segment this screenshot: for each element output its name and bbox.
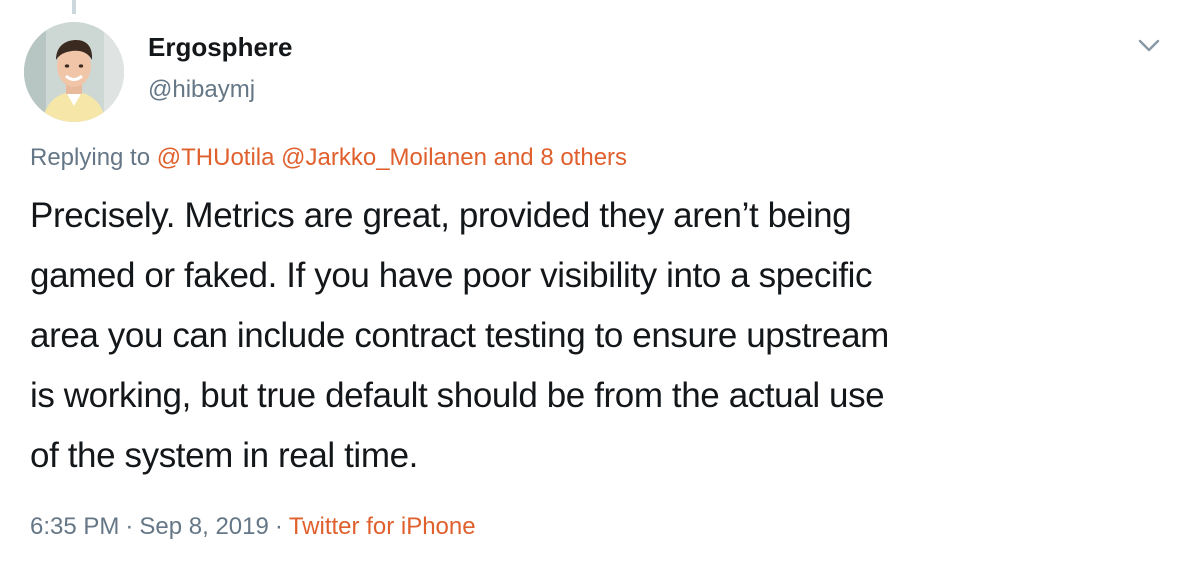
tweet-text-line: of the system in real time. xyxy=(30,436,418,475)
replying-to: Replying to @THUotila @Jarkko_Moilanen a… xyxy=(30,144,627,172)
mention-link[interactable]: @Jarkko_Moilanen xyxy=(281,144,487,171)
chevron-down-icon[interactable] xyxy=(1134,32,1164,60)
avatar[interactable] xyxy=(24,22,124,122)
replying-to-label: Replying to xyxy=(30,144,151,171)
tweet-text: Precisely. Metrics are great, provided t… xyxy=(30,186,1160,486)
tweet-text-line: is working, but true default should be f… xyxy=(30,376,885,415)
author-display-name[interactable]: Ergosphere xyxy=(148,32,293,63)
tweet-date[interactable]: Sep 8, 2019 xyxy=(139,513,268,540)
mention-link[interactable]: @THUotila xyxy=(157,144,275,171)
thread-connector-line xyxy=(72,0,76,14)
tweet-time[interactable]: 6:35 PM xyxy=(30,513,119,540)
tweet-metadata: 6:35 PM · Sep 8, 2019 · Twitter for iPhone xyxy=(30,513,476,541)
tweet-text-line: Precisely. Metrics are great, provided t… xyxy=(30,196,852,235)
others-link[interactable]: and 8 others xyxy=(494,144,627,171)
separator-dot: · xyxy=(125,513,134,540)
tweet-source-link[interactable]: Twitter for iPhone xyxy=(289,513,476,540)
author-handle[interactable]: @hibaymj xyxy=(148,76,255,104)
separator-dot: · xyxy=(274,513,283,540)
tweet-text-line: area you can include contract testing to… xyxy=(30,316,889,355)
tweet-text-line: gamed or faked. If you have poor visibil… xyxy=(30,256,873,295)
